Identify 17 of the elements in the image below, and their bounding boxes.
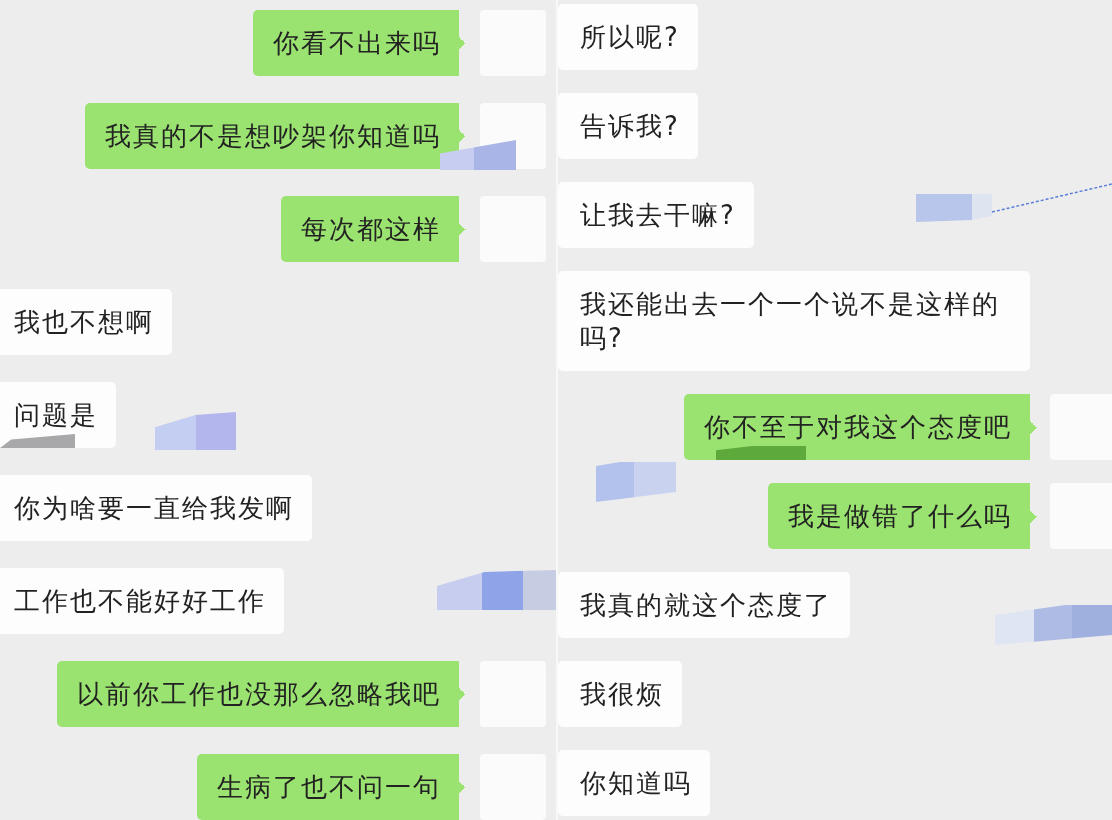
message-bubble: 告诉我? — [558, 93, 698, 159]
message-bubble: 我还能出去一个一个说不是这样的吗? — [558, 271, 1030, 371]
message-bubble: 我很烦 — [558, 661, 682, 727]
message-bubble: 工作也不能好好工作 — [0, 568, 284, 634]
message-bubble: 我真的就这个态度了 — [558, 572, 850, 638]
message-bubble: 所以呢? — [558, 4, 698, 70]
message-bubble: 我是做错了什么吗 — [768, 483, 1037, 549]
message-bubble: 我也不想啊 — [0, 289, 172, 355]
message-bubble: 每次都这样 — [281, 196, 466, 262]
message-bubble: 生病了也不问一句 — [197, 754, 466, 820]
message-bubble: 以前你工作也没那么忽略我吧 — [57, 661, 466, 727]
message-bubble: 你知道吗 — [558, 750, 710, 816]
message-bubble: 你看不出来吗 — [253, 10, 466, 76]
message-bubble: 让我去干嘛? — [558, 182, 754, 248]
message-bubble: 我真的不是想吵架你知道吗 — [85, 103, 466, 169]
message-bubble: 你不至于对我这个态度吧 — [684, 394, 1037, 460]
message-bubble: 你为啥要一直给我发啊 — [0, 475, 312, 541]
